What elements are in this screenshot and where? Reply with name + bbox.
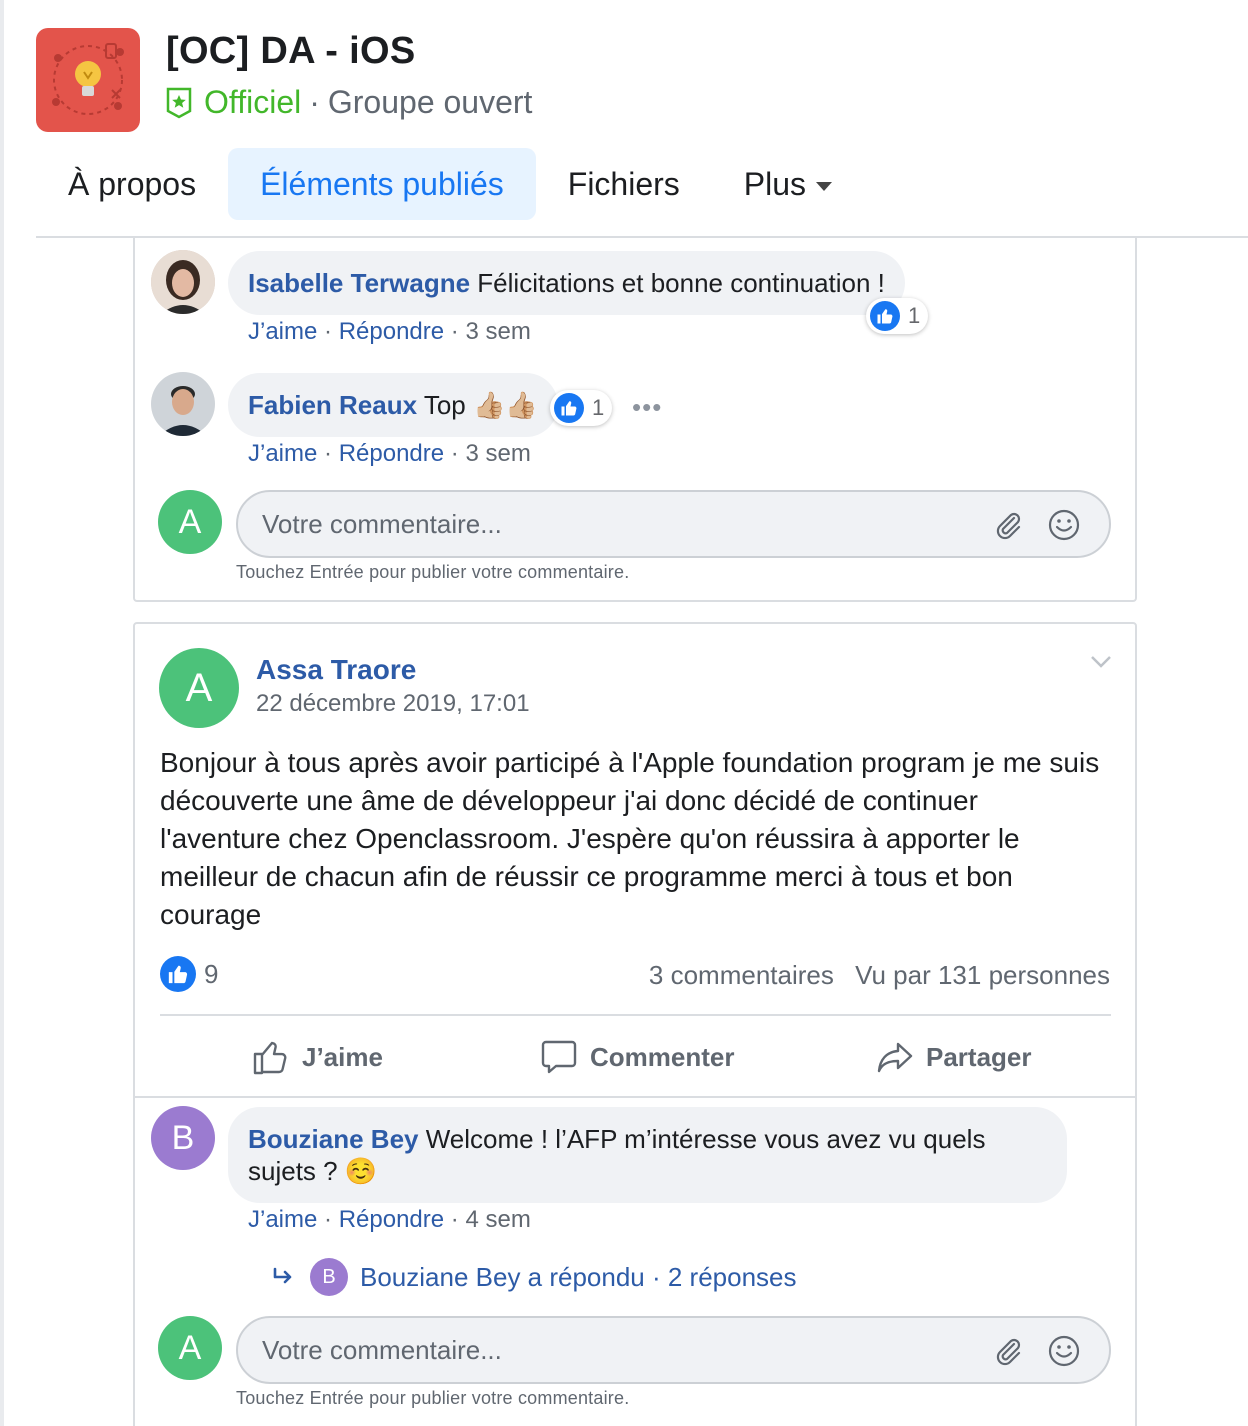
meta-separator: · [450,440,466,467]
emoji-icon[interactable] [1047,508,1081,542]
reaction-number: 1 [908,303,921,328]
replies-text: Bouziane Bey a répondu · 2 réponses [360,1261,797,1292]
post-stats: 3 commentaires Vu par 131 personnes [649,960,1110,991]
tab-files[interactable]: Fichiers [536,148,712,220]
comment-button[interactable]: Commenter [540,1036,734,1078]
avatar[interactable] [151,372,215,436]
comments-divider [135,1096,1135,1098]
meta-separator: · [450,1206,466,1233]
group-title: [OC] DA - iOS [166,30,416,72]
post-date[interactable]: 22 décembre 2019, 17:01 [256,690,530,718]
comment-author[interactable]: Isabelle Terwagne [248,268,470,298]
reaction-count[interactable]: 1 [866,298,929,334]
person-photo-icon [151,250,215,314]
speech-bubble-icon [541,1040,577,1074]
paperclip-icon[interactable] [993,510,1025,542]
tab-more-label: Plus [743,166,807,202]
reply-link[interactable]: Répondre [339,440,444,467]
user-avatar: A [158,1316,222,1380]
post-card [133,622,1137,1426]
comment-meta: J’aime · Répondre · 3 sem [248,440,531,468]
official-label: Officiel [204,84,302,120]
paperclip-icon[interactable] [993,1336,1025,1368]
user-avatar: A [158,490,222,554]
like-link[interactable]: J’aime [248,440,317,467]
comment-author[interactable]: Fabien Reaux [248,390,417,420]
comment-time[interactable]: 3 sem [465,440,530,467]
author-avatar[interactable]: A [159,648,239,728]
like-button[interactable]: J’aime [252,1036,383,1078]
post-author[interactable]: Assa Traore [256,654,416,686]
like-link[interactable]: J’aime [248,1206,317,1233]
like-link[interactable]: J’aime [248,318,317,345]
post-body: Bonjour à tous après avoir participé à l… [160,747,1100,930]
comment-input[interactable] [262,1330,962,1370]
reaction-count[interactable]: 1 [550,390,613,426]
meta-separator: · [324,1206,339,1233]
official-badge-icon [166,87,192,118]
comment-input[interactable] [262,504,962,544]
comment-time[interactable]: 3 sem [465,318,530,345]
comment-text: Félicitations et bonne continuation ! [477,268,885,298]
comment-text: Top 👍🏼👍🏼 [423,390,538,420]
tab-posts[interactable]: Éléments publiés [228,148,536,220]
comment-bubble: Isabelle Terwagne Félicitations et bonne… [228,251,905,315]
more-options-icon[interactable]: ••• [632,392,662,423]
reaction-number: 1 [592,395,605,420]
lightbulb-logo-icon [52,43,124,115]
like-label: J’aime [302,1041,383,1072]
avatar[interactable]: B [151,1106,215,1170]
like-reaction-icon [870,301,900,331]
meta-separator: · [324,318,339,345]
comment-author[interactable]: Bouziane Bey [248,1124,419,1154]
window-edge [0,0,4,1426]
meta-separator: · [450,318,466,345]
comment-meta: J’aime · Répondre · 3 sem [248,318,531,346]
share-arrow-icon [877,1042,913,1073]
reply-link[interactable]: Répondre [339,1206,444,1233]
tab-more[interactable]: Plus [712,148,864,220]
composer-hint: Touchez Entrée pour publier votre commen… [236,1388,630,1408]
emoji-icon[interactable] [1047,1334,1081,1368]
tab-about[interactable]: À propos [36,148,228,220]
chevron-down-icon[interactable] [1090,654,1112,670]
group-logo[interactable] [36,28,140,132]
post-reactions[interactable]: 9 [160,956,218,992]
actions-divider [160,1014,1111,1016]
share-button[interactable]: Partager [876,1036,1032,1078]
group-privacy: Groupe ouvert [327,84,533,120]
comments-count[interactable]: 3 commentaires [649,960,834,990]
person-photo-icon [151,372,215,436]
comment-time[interactable]: 4 sem [465,1206,530,1233]
thumbs-up-icon [253,1041,287,1075]
comment-label: Commenter [590,1041,735,1072]
view-replies-link[interactable]: B Bouziane Bey a répondu · 2 réponses [272,1258,797,1296]
comment-bubble: Bouziane Bey Welcome ! l’AFP m’intéresse… [228,1107,1067,1203]
reply-link[interactable]: Répondre [339,318,444,345]
like-reaction-icon [554,393,584,423]
comment-bubble: Fabien Reaux Top 👍🏼👍🏼 [228,373,558,437]
reply-avatar: B [310,1258,348,1296]
caret-down-icon [816,181,833,191]
group-subtitle: Officiel · Groupe ouvert [166,84,532,121]
views-count[interactable]: Vu par 131 personnes [855,960,1110,990]
likes-count: 9 [204,958,219,989]
subtitle-separator: · [309,84,320,120]
share-label: Partager [926,1041,1032,1072]
meta-separator: · [324,440,339,467]
reply-arrow-icon [273,1267,292,1284]
like-reaction-icon [160,956,196,992]
comment-composer [236,1316,1111,1384]
comment-meta: J’aime · Répondre · 4 sem [248,1206,531,1234]
composer-hint: Touchez Entrée pour publier votre commen… [236,562,630,582]
comment-composer [236,490,1111,558]
group-tabs: À propos Éléments publiés Fichiers Plus [36,148,864,220]
avatar[interactable] [151,250,215,314]
